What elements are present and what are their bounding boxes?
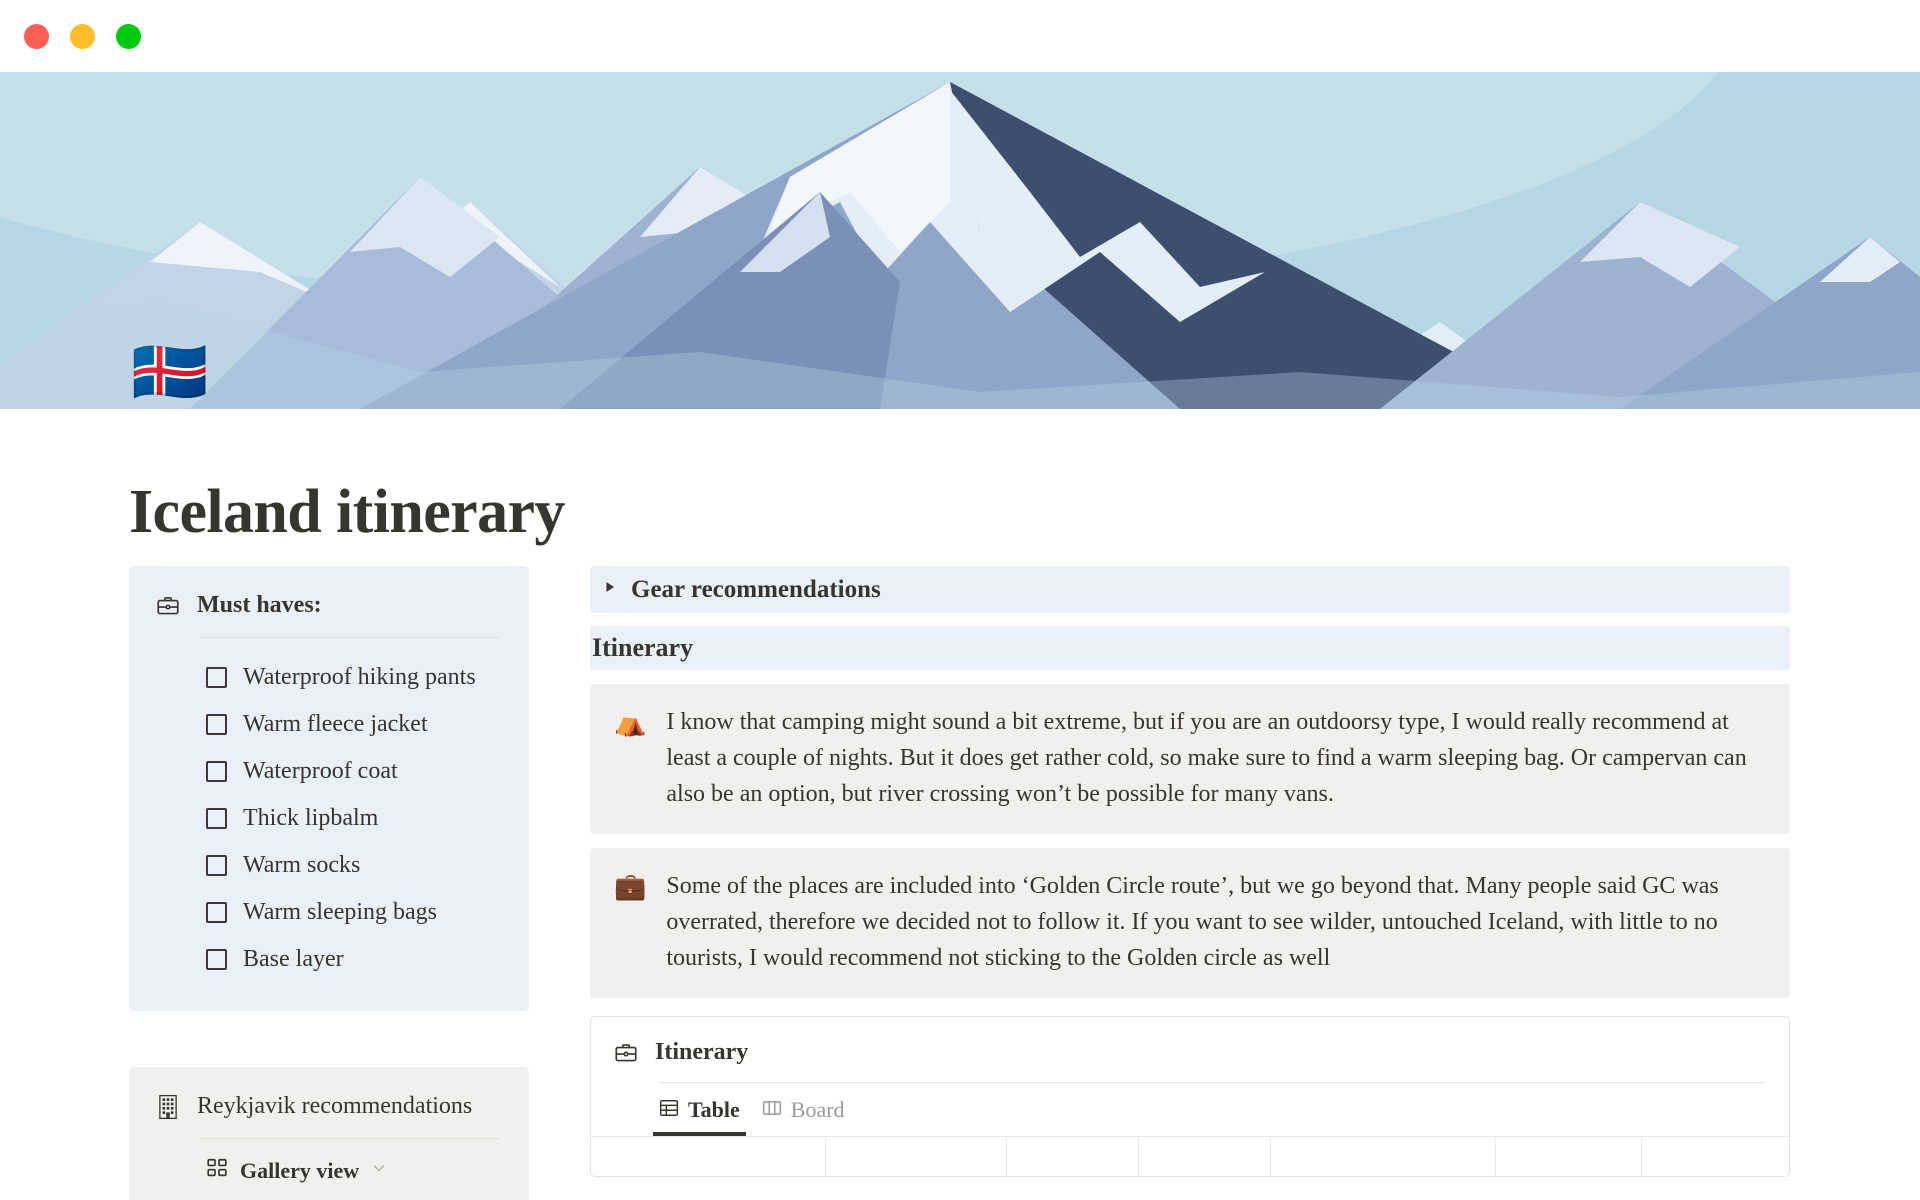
reykjavik-header: Reykjavik recommendations <box>155 1093 499 1120</box>
itinerary-section-heading[interactable]: Itinerary <box>590 626 1790 670</box>
triangle-right-icon[interactable] <box>603 580 617 599</box>
flag-iceland-icon[interactable]: 🇮🇸 <box>131 341 208 403</box>
database-divider <box>659 1082 1765 1083</box>
reykjavik-divider <box>200 1138 499 1139</box>
table-column[interactable] <box>1271 1137 1496 1176</box>
checkbox[interactable] <box>206 714 227 735</box>
itinerary-heading-text: Itinerary <box>592 633 694 662</box>
checklist-item-label: Waterproof coat <box>243 758 398 784</box>
checklist-item-label: Waterproof hiking pants <box>243 664 476 690</box>
gear-recommendations-title: Gear recommendations <box>631 575 881 603</box>
right-column: Gear recommendations Itinerary ⛺ I know … <box>590 566 1790 1177</box>
camping-note-callout[interactable]: ⛺ I know that camping might sound a bit … <box>590 684 1790 834</box>
traffic-light-group <box>24 23 141 49</box>
table-column[interactable] <box>1139 1137 1271 1176</box>
chevron-down-icon[interactable] <box>371 1160 387 1181</box>
checkbox[interactable] <box>206 949 227 970</box>
reykjavik-title: Reykjavik recommendations <box>197 1093 473 1119</box>
must-haves-checklist: Waterproof hiking pants Warm fleece jack… <box>155 654 499 983</box>
must-haves-card[interactable]: Must haves: Waterproof hiking pants Warm… <box>129 566 529 1011</box>
checkbox[interactable] <box>206 667 227 688</box>
checklist-item[interactable]: Warm sleeping bags <box>206 889 499 936</box>
itinerary-database-block[interactable]: Itinerary Table Board <box>590 1016 1790 1177</box>
camping-note-text: I know that camping might sound a bit ex… <box>666 709 1747 807</box>
table-column[interactable] <box>826 1137 1007 1176</box>
golden-circle-note-text: Some of the places are included into ‘Go… <box>666 873 1719 971</box>
close-window-button[interactable] <box>24 23 49 49</box>
checklist-item-label: Thick lipbalm <box>243 805 379 831</box>
left-column: Must haves: Waterproof hiking pants Warm… <box>129 566 529 1200</box>
gallery-view-tab[interactable]: Gallery view <box>155 1157 499 1184</box>
page-body: 🇮🇸 Iceland itinerary Must haves: Waterpr… <box>0 341 1920 1200</box>
must-haves-header: Must haves: <box>155 592 499 619</box>
golden-circle-note-callout[interactable]: 💼 Some of the places are included into ‘… <box>590 848 1790 998</box>
briefcase-emoji-icon: 💼 <box>614 872 647 902</box>
minimize-window-button[interactable] <box>70 23 95 49</box>
checkbox[interactable] <box>206 902 227 923</box>
page-title[interactable]: Iceland itinerary <box>129 477 565 548</box>
checklist-item[interactable]: Waterproof hiking pants <box>206 654 499 701</box>
must-haves-title: Must haves: <box>197 592 322 618</box>
database-table-header-row <box>591 1136 1789 1176</box>
must-haves-divider <box>200 637 499 638</box>
table-view-icon <box>659 1098 679 1123</box>
checklist-item[interactable]: Waterproof coat <box>206 748 499 795</box>
checklist-item-label: Warm sleeping bags <box>243 899 438 925</box>
checklist-item-label: Warm socks <box>243 852 361 878</box>
toolbox-icon <box>155 593 181 619</box>
table-column[interactable] <box>1496 1137 1643 1176</box>
checklist-item[interactable]: Warm fleece jacket <box>206 701 499 748</box>
window-titlebar <box>0 0 1920 72</box>
maximize-window-button[interactable] <box>116 23 141 49</box>
tab-board-label: Board <box>790 1097 845 1122</box>
column-spacer <box>129 1011 529 1067</box>
page-cover-image[interactable] <box>0 72 1920 409</box>
checkbox[interactable] <box>206 855 227 876</box>
tab-table-label: Table <box>688 1097 740 1122</box>
checkbox[interactable] <box>206 808 227 829</box>
database-header: Itinerary <box>591 1039 1789 1066</box>
tent-emoji-icon: ⛺ <box>614 708 647 738</box>
tab-table[interactable]: Table <box>653 1097 746 1136</box>
tab-board[interactable]: Board <box>762 1097 845 1136</box>
app-window: 🇮🇸 Iceland itinerary Must haves: Waterpr… <box>0 0 1920 1200</box>
checklist-item[interactable]: Warm socks <box>206 842 499 889</box>
checklist-item-label: Warm fleece jacket <box>243 711 428 737</box>
database-title[interactable]: Itinerary <box>655 1039 748 1066</box>
gallery-view-label: Gallery view <box>240 1157 360 1183</box>
toolbox-icon <box>613 1040 639 1066</box>
checklist-item-label: Base layer <box>243 946 344 972</box>
table-column[interactable] <box>1642 1137 1789 1176</box>
gallery-grid-icon <box>206 1157 228 1184</box>
checklist-item[interactable]: Thick lipbalm <box>206 795 499 842</box>
checkbox[interactable] <box>206 761 227 782</box>
gear-recommendations-toggle[interactable]: Gear recommendations <box>590 566 1790 613</box>
checklist-item[interactable]: Base layer <box>206 936 499 983</box>
table-column[interactable] <box>591 1137 826 1176</box>
building-icon <box>155 1094 181 1120</box>
reykjavik-recommendations-card[interactable]: Reykjavik recommendations Gallery view <box>129 1067 529 1200</box>
table-column[interactable] <box>1007 1137 1139 1176</box>
board-view-icon <box>762 1098 782 1123</box>
database-view-tabs: Table Board <box>591 1097 1789 1136</box>
mountain-illustration <box>0 72 1920 409</box>
